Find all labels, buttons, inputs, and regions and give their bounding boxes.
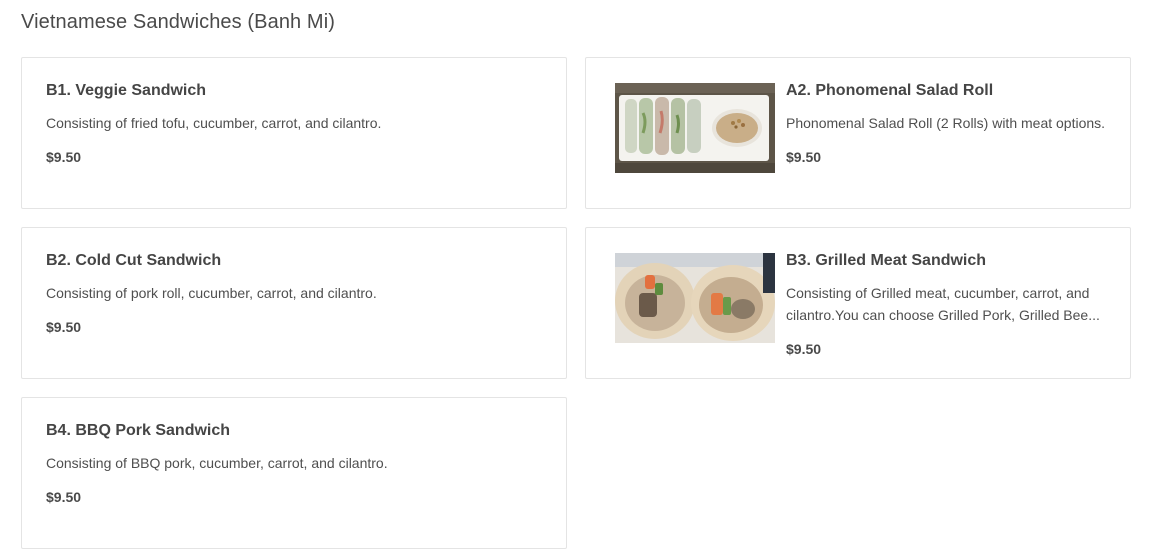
menu-item-price: $9.50	[786, 341, 822, 357]
section-title: Vietnamese Sandwiches (Banh Mi)	[21, 11, 335, 33]
menu-item-name: B4. BBQ Pork Sandwich	[46, 422, 231, 439]
menu-item-card-bbq-pork-sandwich[interactable]: B4. BBQ Pork Sandwich Consisting of BBQ …	[21, 397, 567, 549]
menu-item-name: B3. Grilled Meat Sandwich	[786, 252, 987, 269]
menu-item-content: B4. BBQ Pork Sandwich Consisting of BBQ …	[46, 420, 542, 508]
salad-rolls-photo	[615, 83, 775, 173]
menu-item-card-veggie-sandwich[interactable]: B1. Veggie Sandwich Consisting of fried …	[21, 57, 567, 209]
menu-item-card-cold-cut-sandwich[interactable]: B2. Cold Cut Sandwich Consisting of pork…	[21, 227, 567, 379]
menu-item-card-salad-roll[interactable]: A2. Phonomenal Salad Roll Phonomenal Sal…	[585, 57, 1131, 209]
menu-item-price: $9.50	[786, 149, 822, 165]
menu-item-name: B1. Veggie Sandwich	[46, 82, 207, 99]
menu-item-content: B1. Veggie Sandwich Consisting of fried …	[46, 80, 542, 168]
menu-item-description: Consisting of BBQ pork, cucumber, carrot…	[46, 455, 388, 471]
menu-item-content: A2. Phonomenal Salad Roll Phonomenal Sal…	[786, 80, 1106, 168]
menu-item-description: Consisting of fried tofu, cucumber, carr…	[46, 115, 382, 131]
menu-item-description: Consisting of Grilled meat, cucumber, ca…	[786, 285, 1100, 323]
menu-item-price: $9.50	[46, 489, 82, 505]
menu-item-description: Phonomenal Salad Roll (2 Rolls) with mea…	[786, 115, 1106, 131]
menu-item-description: Consisting of pork roll, cucumber, carro…	[46, 285, 377, 301]
menu-item-name: B2. Cold Cut Sandwich	[46, 252, 222, 269]
menu-item-content: B3. Grilled Meat Sandwich Consisting of …	[786, 250, 1106, 360]
menu-item-price: $9.50	[46, 149, 82, 165]
menu-item-card-grilled-meat-sandwich[interactable]: B3. Grilled Meat Sandwich Consisting of …	[585, 227, 1131, 379]
menu-item-name: A2. Phonomenal Salad Roll	[786, 82, 994, 99]
menu-item-content: B2. Cold Cut Sandwich Consisting of pork…	[46, 250, 542, 338]
menu-item-price: $9.50	[46, 319, 82, 335]
banh-mi-photo	[615, 253, 775, 343]
